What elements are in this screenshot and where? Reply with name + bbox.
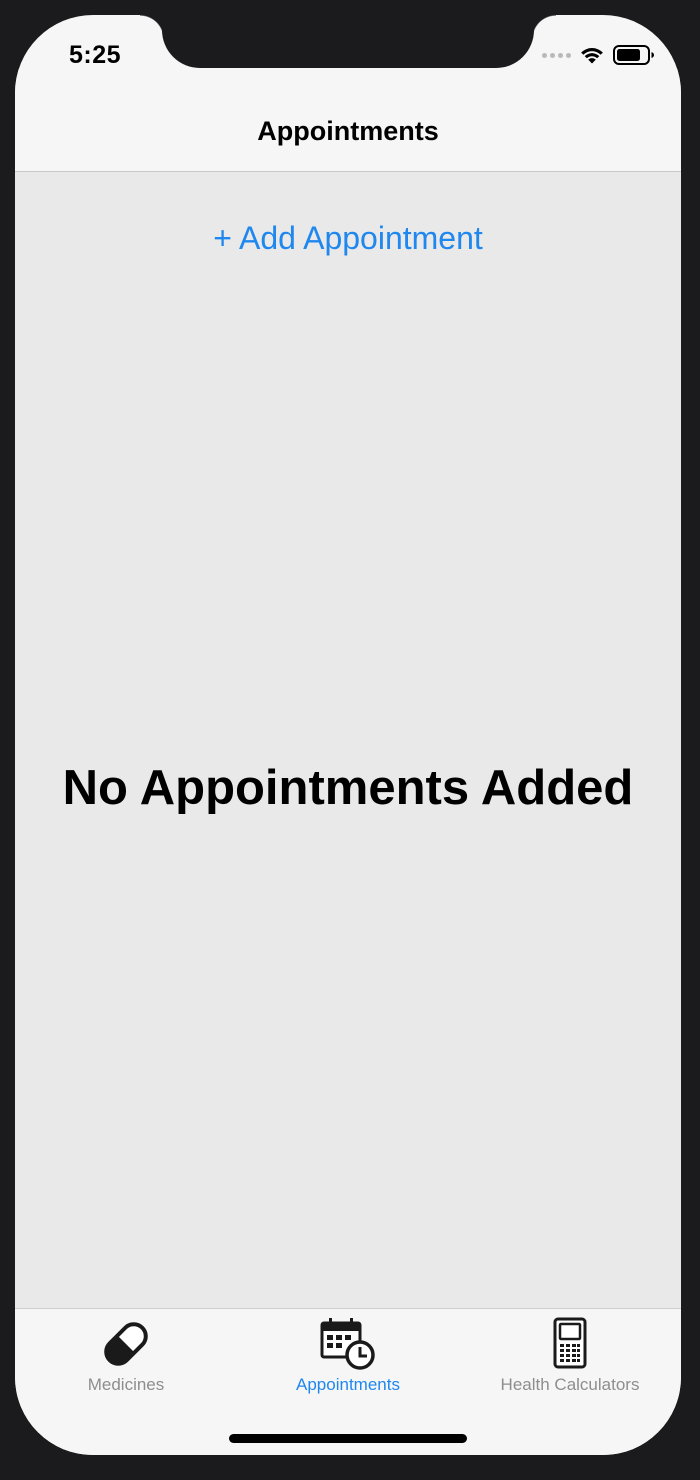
calculator-icon xyxy=(553,1317,587,1369)
appointments-content: + Add Appointment No Appointments Added xyxy=(15,172,681,1308)
add-appointment-button[interactable]: + Add Appointment xyxy=(15,220,681,257)
phone-screen: 5:25 Appointments + Add Appointment No A… xyxy=(15,15,681,1455)
home-indicator[interactable] xyxy=(229,1434,467,1443)
tab-label: Health Calculators xyxy=(500,1375,640,1394)
tab-label: Medicines xyxy=(87,1375,165,1394)
calendar-clock-icon xyxy=(320,1318,375,1370)
tab-appointments[interactable]: Appointments xyxy=(237,1309,459,1399)
tab-label: Appointments xyxy=(296,1375,400,1394)
status-time: 5:25 xyxy=(69,41,122,69)
tab-medicines[interactable]: Medicines xyxy=(15,1309,237,1399)
battery-icon xyxy=(613,45,654,65)
device-notch xyxy=(140,15,556,68)
page-title: Appointments xyxy=(257,116,439,146)
pill-icon xyxy=(104,1322,148,1366)
wifi-icon xyxy=(581,48,603,64)
navigation-bar: Appointments xyxy=(15,68,681,172)
tab-health-calculators[interactable]: Health Calculators xyxy=(459,1309,681,1399)
signal-dots-icon xyxy=(542,52,571,58)
status-icons xyxy=(542,43,655,67)
empty-state-message: No Appointments Added xyxy=(62,761,634,815)
tab-bar: Medicines Appointments Health Calculator… xyxy=(15,1308,681,1455)
